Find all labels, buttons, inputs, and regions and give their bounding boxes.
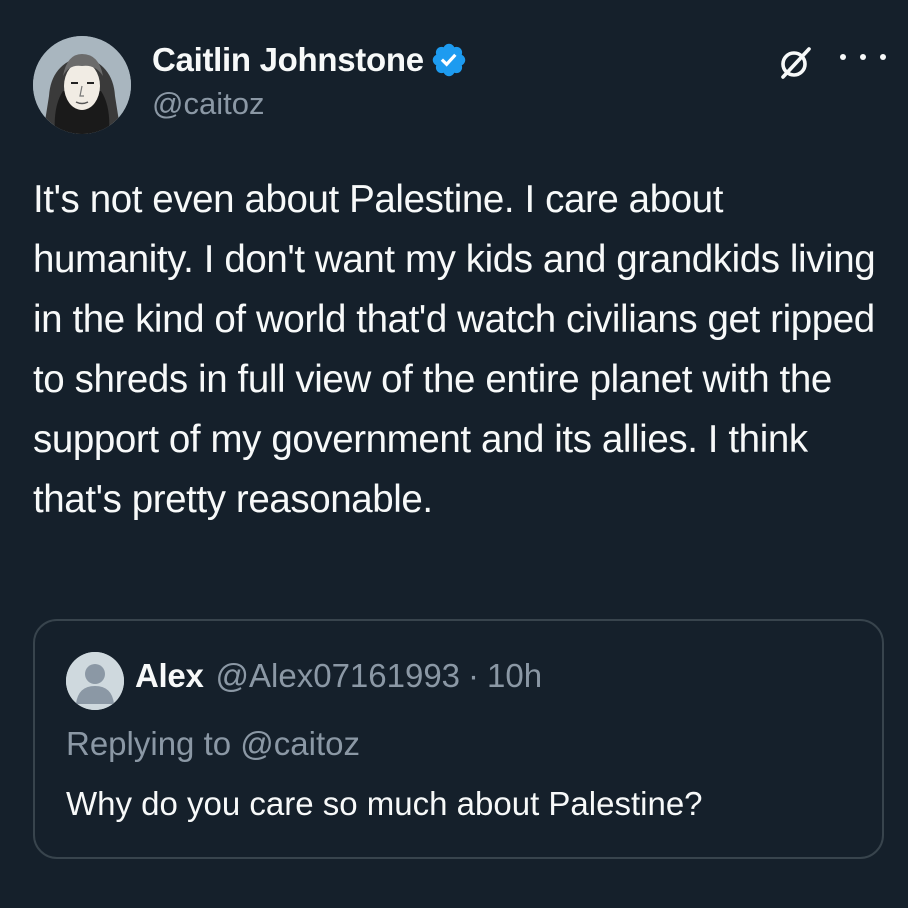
separator-dot: · xyxy=(468,657,480,694)
author-name-row: Caitlin Johnstone xyxy=(152,38,468,82)
replying-to-label: Replying to @caitoz xyxy=(66,725,360,762)
portrait-avatar-icon xyxy=(33,36,131,134)
more-options-icon-dot xyxy=(860,54,866,60)
quoted-tweet-header: Alex @Alex07161993 · 10h xyxy=(135,657,542,695)
quoted-author-avatar[interactable] xyxy=(66,652,124,710)
quoted-tweet-time[interactable]: 10h xyxy=(487,657,542,695)
quoted-author-handle[interactable]: @Alex07161993 xyxy=(216,657,461,695)
tweet-text: It's not even about Palestine. I care ab… xyxy=(33,178,876,521)
author-display-name[interactable]: Caitlin Johnstone xyxy=(152,41,424,79)
quoted-author-name[interactable]: Alex xyxy=(135,657,204,695)
default-avatar-icon xyxy=(66,652,124,710)
quoted-tweet-card[interactable]: Alex @Alex07161993 · 10h Replying to @ca… xyxy=(33,619,884,859)
more-options-icon xyxy=(840,54,846,60)
more-options-icon-dot xyxy=(880,54,886,60)
author-handle[interactable]: @caitoz xyxy=(152,86,264,122)
author-avatar[interactable] xyxy=(33,36,131,134)
verified-badge-icon[interactable] xyxy=(430,41,468,79)
quoted-tweet-text: Why do you care so much about Palestine? xyxy=(66,785,703,822)
grok-icon xyxy=(781,47,811,79)
more-options-button[interactable] xyxy=(840,42,886,72)
grok-button[interactable] xyxy=(772,40,818,86)
